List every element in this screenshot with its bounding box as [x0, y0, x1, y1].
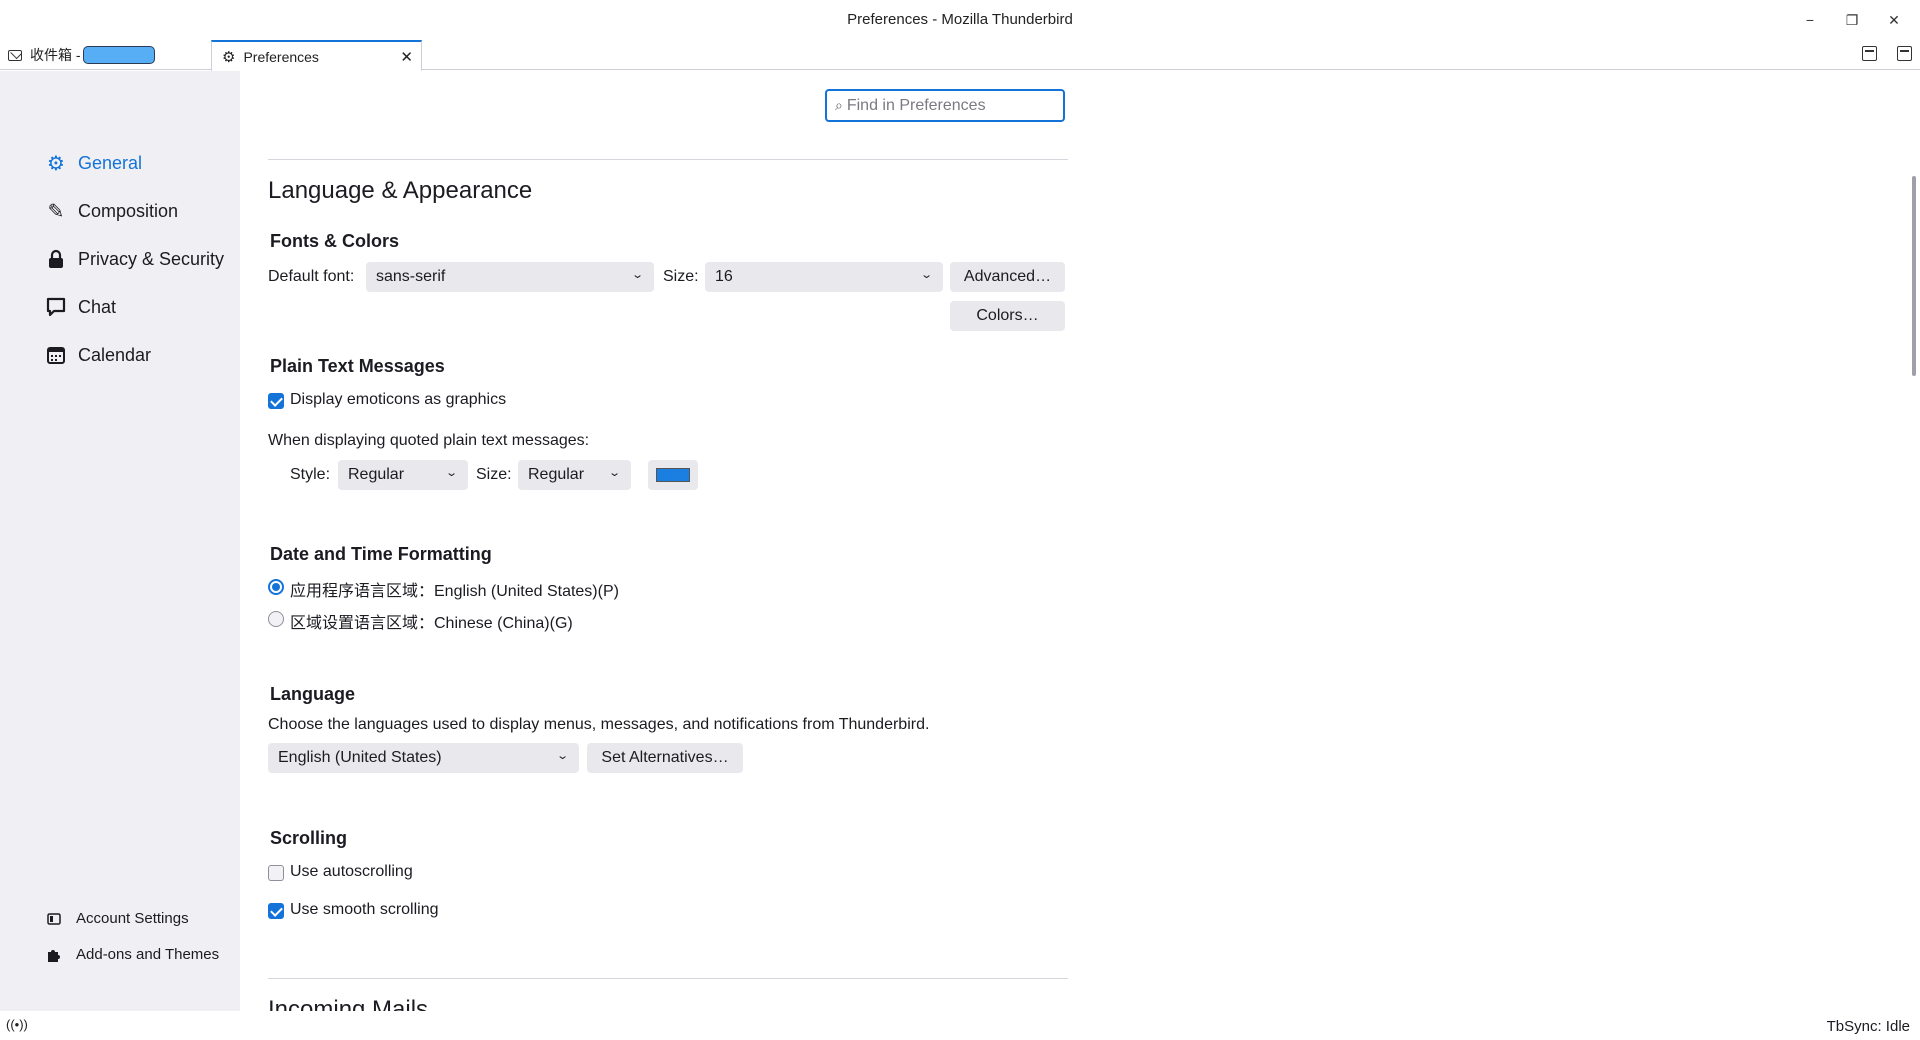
quote-color-swatch [656, 468, 690, 482]
smooth-scroll-checkbox[interactable] [268, 903, 284, 919]
account-icon [46, 911, 62, 927]
mail-icon [8, 49, 22, 61]
font-size-label: Size: [663, 268, 699, 285]
chevron-down-icon: ⌄ [919, 269, 933, 281]
quote-size-select[interactable]: Regular ⌄ [518, 460, 631, 490]
quote-size-label: Size: [476, 466, 512, 483]
divider [268, 159, 1068, 160]
autoscroll-label: Use autoscrolling [290, 863, 413, 880]
chevron-down-icon: ⌄ [555, 750, 569, 762]
quote-style-label: Style: [290, 466, 331, 483]
font-size-value: 16 [715, 268, 733, 285]
category-calendar[interactable]: Calendar [44, 343, 151, 367]
quote-color-button[interactable] [648, 460, 698, 490]
default-font-label: Default font: [268, 268, 355, 285]
search-input[interactable] [846, 96, 1037, 115]
window-title: Preferences - Mozilla Thunderbird [847, 11, 1073, 28]
regional-locale-radio[interactable] [268, 611, 284, 627]
section-heading-incoming-mails: Incoming Mails [268, 996, 429, 1011]
tab-preferences[interactable]: ⚙ Preferences ✕ [211, 40, 422, 71]
status-bar: ((•)) TbSync: Idle [0, 1011, 1920, 1040]
tab-close-icon[interactable]: ✕ [400, 48, 413, 66]
restore-button[interactable]: ❐ [1836, 8, 1868, 32]
tab-bar: 收件箱 - ⚙ Preferences ✕ [0, 40, 1920, 71]
preferences-sidebar: ⚙ General ✎ Composition Privacy & Securi… [0, 71, 240, 1011]
category-label: Composition [78, 200, 179, 221]
smooth-scroll-label: Use smooth scrolling [290, 901, 439, 918]
language-heading: Language [270, 684, 356, 704]
pencil-icon: ✎ [47, 200, 65, 223]
tab-inbox[interactable]: 收件箱 - [8, 40, 208, 70]
autoscroll-checkbox[interactable] [268, 865, 284, 881]
quoted-text-label: When displaying quoted plain text messag… [268, 432, 590, 449]
minimize-button[interactable]: − [1794, 8, 1826, 32]
lock-icon [44, 247, 68, 271]
broadcast-icon[interactable]: ((•)) [6, 1017, 28, 1032]
fonts-colors-heading: Fonts & Colors [270, 231, 399, 251]
category-chat[interactable]: Chat [44, 295, 116, 319]
chat-bubble-icon [44, 295, 68, 319]
calendar-icon [44, 343, 68, 367]
account-settings-link[interactable]: Account Settings [46, 910, 189, 927]
category-label: Privacy & Security [78, 248, 225, 269]
scrolling-heading: Scrolling [270, 828, 348, 848]
category-label: Chat [78, 296, 117, 317]
category-label: General [78, 152, 143, 173]
chevron-down-icon: ⌄ [444, 467, 458, 479]
addons-themes-link[interactable]: Add-ons and Themes [46, 946, 219, 963]
app-locale-radio[interactable] [268, 579, 284, 595]
preferences-content: ⌕ Language & Appearance Fonts & Colors D… [240, 71, 1900, 1011]
account-settings-label: Account Settings [76, 910, 189, 927]
language-value: English (United States) [278, 749, 442, 766]
gear-icon: ⚙ [222, 48, 236, 66]
app-locale-label: 应用程序语言区域：English (United States)(P) [290, 583, 619, 600]
category-privacy-security[interactable]: Privacy & Security [44, 247, 224, 271]
colors-button[interactable]: Colors… [950, 301, 1065, 331]
title-bar: Preferences - Mozilla Thunderbird − ❐ ✕ [0, 0, 1920, 40]
advanced-fonts-button[interactable]: Advanced… [950, 262, 1065, 292]
tasks-pane-icon[interactable] [1897, 46, 1912, 61]
datetime-heading: Date and Time Formatting [270, 544, 492, 564]
tab-preferences-label: Preferences [243, 48, 319, 65]
chevron-down-icon: ⌄ [607, 467, 621, 479]
quote-style-select[interactable]: Regular ⌄ [338, 460, 468, 490]
category-composition[interactable]: ✎ Composition [44, 199, 178, 223]
emoticons-label: Display emoticons as graphics [290, 391, 507, 408]
divider [268, 978, 1068, 979]
set-alternatives-button[interactable]: Set Alternatives… [587, 743, 743, 773]
language-description: Choose the languages used to display men… [268, 716, 930, 733]
search-icon: ⌕ [835, 97, 843, 113]
category-label: Calendar [78, 344, 152, 365]
tabbar-tools [1862, 46, 1912, 61]
emoticons-checkbox[interactable] [268, 393, 284, 409]
language-select[interactable]: English (United States) ⌄ [268, 743, 579, 773]
quote-style-value: Regular [348, 466, 405, 483]
default-font-select[interactable]: sans-serif ⌄ [366, 262, 654, 292]
addons-themes-label: Add-ons and Themes [76, 946, 220, 963]
tbsync-status[interactable]: TbSync: Idle [1827, 1018, 1910, 1035]
category-general[interactable]: ⚙ General [44, 151, 142, 175]
gear-icon: ⚙ [47, 152, 65, 175]
window-controls: − ❐ ✕ [1794, 8, 1910, 32]
default-font-value: sans-serif [376, 268, 446, 285]
font-size-select[interactable]: 16 ⌄ [705, 262, 943, 292]
content-scrollbar[interactable] [1908, 71, 1920, 1011]
calendar-pane-icon[interactable] [1862, 46, 1877, 61]
regional-locale-label: 区域设置语言区域：Chinese (China)(G) [290, 615, 573, 632]
puzzle-icon [46, 947, 62, 963]
scrollbar-thumb[interactable] [1912, 176, 1916, 376]
redacted-account-name [82, 46, 155, 64]
find-in-preferences[interactable]: ⌕ [825, 89, 1065, 122]
chevron-down-icon: ⌄ [630, 269, 644, 281]
tab-inbox-label: 收件箱 - [30, 47, 81, 63]
section-heading-language-appearance: Language & Appearance [268, 177, 533, 204]
plain-text-heading: Plain Text Messages [270, 356, 445, 376]
quote-size-value: Regular [528, 466, 585, 483]
close-window-button[interactable]: ✕ [1878, 8, 1910, 32]
